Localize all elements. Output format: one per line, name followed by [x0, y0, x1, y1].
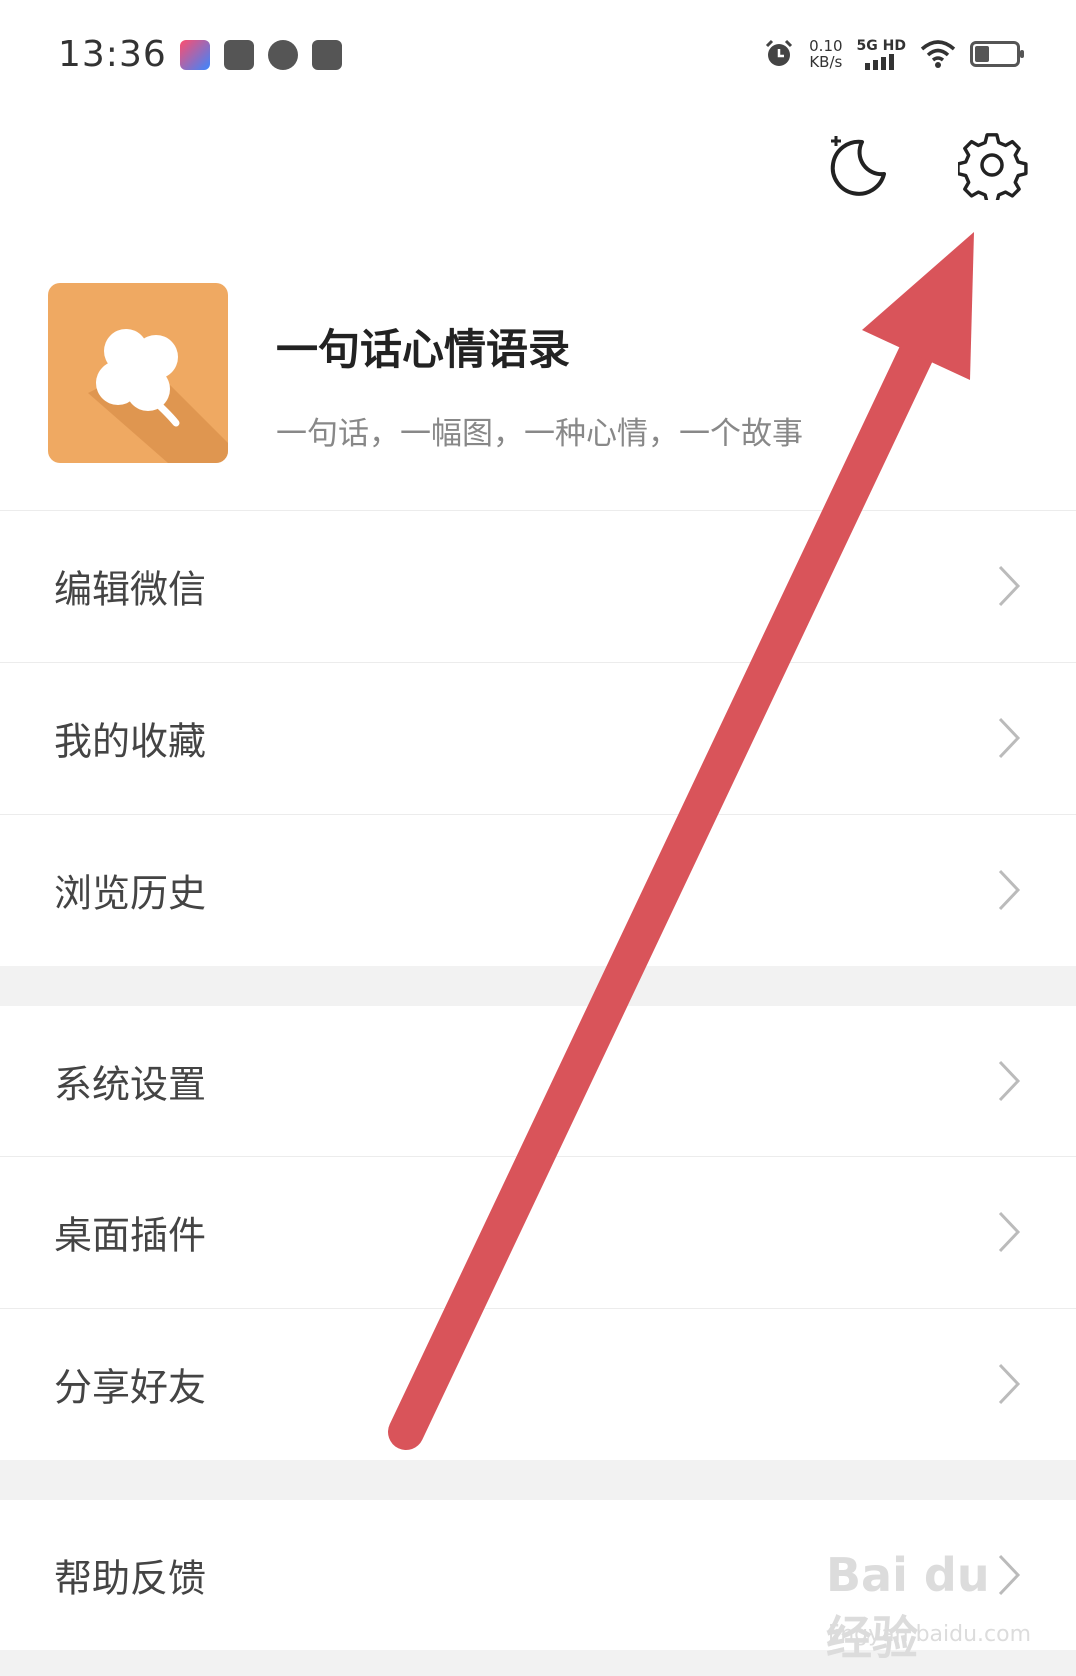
status-right: 0.10 KB/s 5G HD	[763, 38, 1024, 70]
network-speed: 0.10 KB/s	[809, 38, 842, 70]
chevron-right-icon	[998, 1211, 1021, 1253]
chevron-right-icon	[998, 717, 1021, 759]
status-time: 13:36	[58, 34, 167, 75]
menu-item-desktop-widget[interactable]: 桌面插件	[0, 1157, 1076, 1307]
notification-icons	[180, 40, 342, 70]
menu-item-system-settings[interactable]: 系统设置	[0, 1006, 1076, 1156]
app-notification-icon	[268, 40, 298, 70]
watermark-url: jingyan.baidu.com	[828, 1622, 1032, 1647]
app-description: 一句话，一幅图，一种心情，一个故事	[276, 416, 803, 452]
section-gap	[0, 1460, 1076, 1500]
app-logo	[48, 283, 228, 463]
menu-item-label: 分享好友	[54, 1365, 207, 1410]
battery-icon	[970, 41, 1024, 67]
cellular-signal: 5G HD	[857, 38, 906, 70]
clover-icon	[88, 329, 228, 463]
watermark-brand: Bai du 经验	[826, 1548, 990, 1665]
shopping-notification-icon	[224, 40, 254, 70]
wifi-icon	[920, 40, 956, 68]
app-notification-icon	[312, 40, 342, 70]
network-speed-value: 0.10	[809, 37, 843, 55]
app-name: 一句话心情语录	[276, 325, 571, 374]
menu-item-edit-wechat[interactable]: 编辑微信	[0, 511, 1076, 661]
section-gap	[0, 966, 1076, 1006]
network-speed-unit: KB/s	[809, 53, 843, 71]
night-mode-moon-icon[interactable]	[822, 130, 892, 200]
alarm-icon	[766, 39, 793, 66]
menu-item-label: 桌面插件	[54, 1213, 207, 1258]
app-profile-header: 一句话心情语录 一句话，一幅图，一种心情，一个故事	[0, 268, 1076, 510]
chevron-right-icon	[998, 1060, 1021, 1102]
signal-label: 5G HD	[856, 38, 906, 54]
chevron-right-icon	[998, 565, 1021, 607]
menu-item-share-friends[interactable]: 分享好友	[0, 1309, 1076, 1459]
app-notification-icon	[180, 40, 210, 70]
status-bar: 13:36 0.10 KB/s 5G HD	[0, 0, 1076, 115]
menu-item-label: 帮助反馈	[54, 1556, 207, 1601]
menu-item-favorites[interactable]: 我的收藏	[0, 663, 1076, 813]
signal-bars-icon	[865, 54, 895, 70]
menu-item-label: 我的收藏	[54, 719, 207, 764]
chevron-right-icon	[998, 1363, 1021, 1405]
watermark: Bai du 经验 jingyan.baidu.com	[826, 1548, 1031, 1665]
menu-item-label: 系统设置	[54, 1062, 207, 1107]
settings-gear-icon[interactable]	[958, 130, 1028, 200]
chevron-right-icon	[998, 869, 1021, 911]
menu-item-label: 浏览历史	[54, 871, 207, 916]
menu-item-label: 编辑微信	[54, 567, 207, 612]
menu-item-history[interactable]: 浏览历史	[0, 815, 1076, 965]
